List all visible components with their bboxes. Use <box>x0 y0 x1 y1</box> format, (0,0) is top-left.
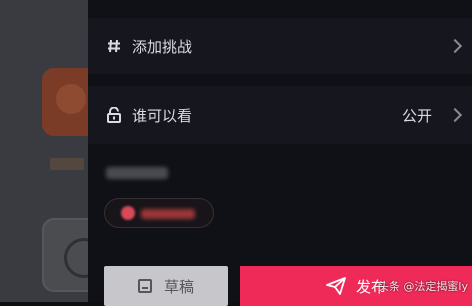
tag-chip-icon <box>121 206 135 220</box>
chevron-right-icon <box>447 107 463 123</box>
hash-icon <box>106 38 122 54</box>
paper-plane-icon <box>326 277 346 295</box>
add-challenge-row[interactable]: 添加挑战 <box>88 18 472 74</box>
background-app-label <box>50 158 84 170</box>
draft-icon <box>137 279 152 293</box>
draft-button[interactable]: 草稿 <box>104 266 228 306</box>
add-challenge-label: 添加挑战 <box>132 37 193 56</box>
publish-settings-panel: 添加挑战 谁可以看 公开 <box>88 0 472 302</box>
background-app-screen <box>0 0 88 302</box>
tag-chip-label <box>141 209 195 219</box>
background-app-icon-2 <box>42 218 88 292</box>
visibility-value: 公开 <box>401 106 432 125</box>
background-app-icon <box>42 68 88 136</box>
blurred-tag-chip[interactable] <box>104 198 214 228</box>
lock-icon <box>106 107 122 123</box>
blurred-section-label <box>106 167 168 179</box>
who-can-see-label: 谁可以看 <box>132 106 193 125</box>
watermark-text: 头条 @法定揭蜜ly <box>377 280 468 293</box>
chevron-right-icon <box>447 38 463 54</box>
draft-label: 草稿 <box>163 277 194 296</box>
who-can-see-row[interactable]: 谁可以看 公开 <box>88 86 472 144</box>
